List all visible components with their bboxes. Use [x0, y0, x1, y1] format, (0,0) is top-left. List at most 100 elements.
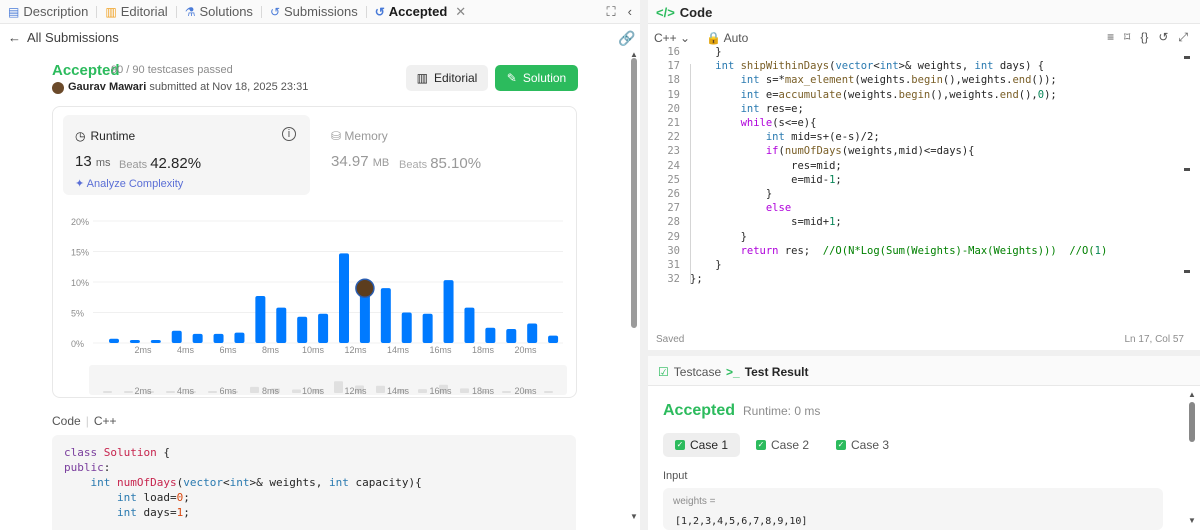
- memory-value: 34.97 MB: [331, 153, 389, 170]
- format-icon[interactable]: ≡: [1107, 30, 1114, 45]
- editor-toolbar: C++ ⌄ 🔒 Auto ≡ ⌑ {} ↺ ⤢: [648, 24, 1200, 50]
- chart-bar: [422, 313, 433, 343]
- tab-label: Description: [23, 4, 89, 19]
- editor-code-line[interactable]: return res; //O(N*Log(Sum(Weights)-Max(W…: [690, 245, 1108, 257]
- chevron-down-icon: ⌄: [680, 31, 691, 45]
- test-panel-scrollbar[interactable]: ▲ ▼: [1188, 390, 1196, 526]
- tab-description[interactable]: ▤ Description: [0, 0, 96, 24]
- tab-test-result[interactable]: >_ Test Result: [726, 365, 808, 379]
- scroll-up-icon[interactable]: ▲: [1188, 390, 1196, 399]
- editor-code-line[interactable]: e=mid-1;: [690, 174, 842, 186]
- chart-bar: [150, 339, 161, 343]
- editor-code-line[interactable]: int res=e;: [690, 103, 804, 115]
- collapse-left-icon[interactable]: ‹: [628, 4, 632, 20]
- editorial-label: Editorial: [433, 71, 478, 85]
- submitted-time: submitted at Nov 18, 2025 23:31: [149, 81, 309, 93]
- chart-bar: [192, 333, 203, 343]
- tab-testcase[interactable]: ☑ Testcase: [658, 365, 721, 379]
- submitted-code[interactable]: class Solution { public: int numOfDays(v…: [52, 435, 576, 530]
- scroll-thumb[interactable]: [631, 58, 637, 328]
- back-label: All Submissions: [27, 30, 119, 45]
- maximize-icon[interactable]: ⛶: [607, 4, 616, 20]
- history-icon: ↺: [269, 4, 280, 19]
- code-line: int days=1;: [116, 506, 190, 519]
- memory-label[interactable]: ⛁ Memory: [331, 129, 388, 143]
- submission-status: Accepted: [52, 62, 120, 79]
- info-icon[interactable]: i: [282, 127, 296, 141]
- reset-icon[interactable]: ↺: [1158, 30, 1168, 45]
- x-tick-label: 16ms: [429, 345, 452, 355]
- scroll-thumb[interactable]: [1189, 402, 1195, 442]
- case-tab-3[interactable]: ✓ Case 3: [824, 433, 901, 457]
- memory-label-text: Memory: [344, 129, 388, 143]
- editor-code-line[interactable]: if(numOfDays(weights,mid)<=days){: [690, 145, 975, 157]
- chart-bar: [318, 313, 329, 343]
- editorial-button[interactable]: ▥ Editorial: [406, 65, 488, 91]
- editor-code-line[interactable]: int mid=s+(e-s)/2;: [690, 131, 880, 143]
- chart-bar: [234, 332, 245, 343]
- editor-code-line[interactable]: };: [690, 273, 703, 285]
- editor-code-line[interactable]: while(s<=e){: [690, 117, 817, 129]
- line-number: 30: [667, 244, 680, 257]
- overview-tick-label: 8ms: [262, 386, 280, 396]
- editor-code-line[interactable]: int s=*max_element(weights.begin(),weigh…: [690, 74, 1057, 86]
- testcases-passed: 90 / 90 testcases passed: [111, 64, 233, 76]
- expand-icon[interactable]: ⤢: [1178, 30, 1188, 45]
- overview-tick-label: 6ms: [219, 386, 237, 396]
- close-icon[interactable]: ✕: [455, 4, 466, 20]
- runtime-unit: ms: [95, 157, 111, 169]
- language-select[interactable]: C++ ⌄: [654, 31, 690, 45]
- runtime-box[interactable]: ◷ Runtime i 13 ms Beats 42.82% ✦ Analyze: [63, 115, 310, 195]
- editor-title-text: Code: [679, 5, 713, 20]
- editor-code-line[interactable]: int e=accumulate(weights.begin(),weights…: [690, 89, 1057, 101]
- editor-body[interactable]: 16 } 17 int shipWithinDays(vector<int>& w…: [648, 46, 1188, 290]
- description-icon: ▤: [8, 4, 20, 19]
- editor-code-line[interactable]: s=mid+1;: [690, 216, 842, 228]
- bookmark-icon[interactable]: ⌑: [1124, 30, 1130, 45]
- auto-mode[interactable]: 🔒 Auto: [706, 31, 748, 45]
- author-name[interactable]: Gaurav Mawari: [68, 81, 146, 93]
- overview-bar: [292, 389, 301, 393]
- braces-icon[interactable]: {}: [1140, 30, 1148, 45]
- tab-label: Solutions: [199, 4, 253, 19]
- tab-solutions[interactable]: ⚗ Solutions: [177, 0, 261, 24]
- overview-tick-label: 20ms: [514, 386, 537, 396]
- analyze-complexity-link[interactable]: ✦ Analyze Complexity: [75, 177, 183, 190]
- editor-code-line[interactable]: }: [690, 188, 772, 200]
- edit-icon: ✎: [506, 71, 517, 85]
- scroll-down-icon[interactable]: ▼: [630, 512, 638, 521]
- editor-code-line[interactable]: else: [690, 202, 791, 214]
- share-link-icon[interactable]: 🔗: [618, 30, 635, 47]
- solution-button[interactable]: ✎ Solution: [495, 65, 578, 91]
- user-avatar-marker: [355, 278, 375, 299]
- editor-code-line[interactable]: }: [690, 259, 721, 271]
- scroll-down-icon[interactable]: ▼: [1188, 516, 1196, 525]
- tab-accepted[interactable]: ↺ Accepted ✕: [367, 0, 475, 24]
- case-tab-2[interactable]: ✓ Case 2: [744, 433, 821, 457]
- editor-code-line[interactable]: }: [690, 231, 747, 243]
- tab-editorial[interactable]: ▥ Editorial: [97, 0, 175, 24]
- line-number: 26: [667, 188, 680, 200]
- book-icon: ▥: [105, 4, 117, 19]
- chart-bar: [485, 327, 496, 343]
- editor-code-line[interactable]: int shipWithinDays(vector<int>& weights,…: [690, 60, 1044, 72]
- editor-code-line[interactable]: }: [690, 46, 721, 58]
- chart-bar: [464, 307, 475, 343]
- runtime-beats: Beats 42.82%: [119, 155, 201, 172]
- avatar[interactable]: [52, 82, 64, 94]
- tab-label: Accepted: [388, 4, 448, 19]
- runtime-beats-value: 42.82%: [150, 155, 202, 172]
- editor-scrollbar[interactable]: [1182, 52, 1190, 332]
- y-tick-label: 20%: [71, 217, 89, 227]
- left-scrollbar[interactable]: ▲ ▼: [630, 50, 638, 522]
- editor-code-line[interactable]: res=mid;: [690, 160, 842, 172]
- x-tick-label: 10ms: [302, 345, 325, 355]
- case-tab-1[interactable]: ✓ Case 1: [663, 433, 741, 457]
- test-panel-header: ☑ Testcase >_ Test Result: [648, 356, 1200, 386]
- clock-icon: ◷: [75, 129, 86, 143]
- tab-submissions[interactable]: ↺ Submissions: [262, 0, 366, 24]
- back-to-submissions[interactable]: ← All Submissions: [8, 30, 119, 45]
- submission-detail: Accepted 90 / 90 testcases passed Gaurav…: [0, 50, 628, 530]
- line-number: 18: [667, 74, 680, 87]
- vertical-splitter[interactable]: [640, 0, 648, 530]
